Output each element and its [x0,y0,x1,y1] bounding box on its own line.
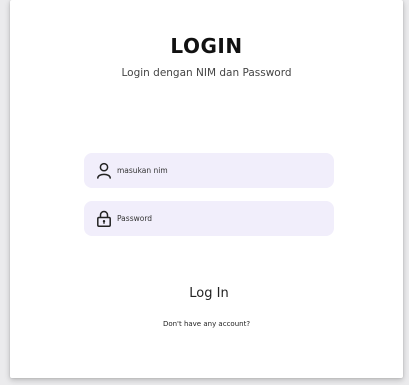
login-card: LOGIN Login dengan NIM dan Password Log … [10,0,403,378]
password-input[interactable] [117,201,317,236]
nim-input[interactable] [117,153,317,188]
login-button[interactable]: Log In [156,283,262,305]
nim-field[interactable] [84,153,334,188]
password-field[interactable] [84,201,334,236]
page-title: LOGIN [170,34,243,58]
lock-icon [97,210,111,227]
page-subtitle: Login dengan NIM dan Password [121,67,292,79]
create-account-link[interactable]: Don't have any account? [10,319,403,329]
user-icon [97,162,111,179]
